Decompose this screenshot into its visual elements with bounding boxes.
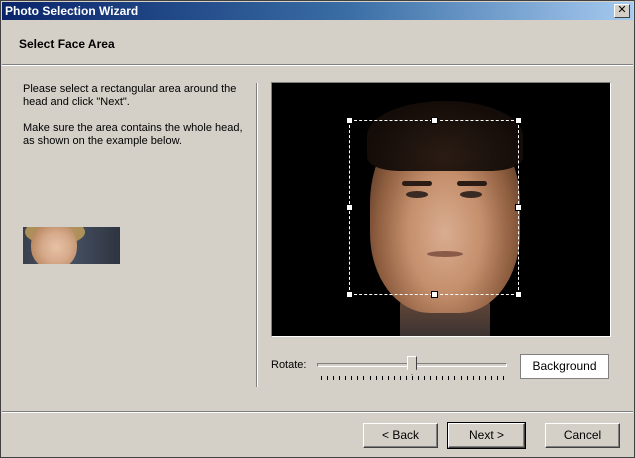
crop-selection[interactable] — [346, 117, 522, 298]
wizard-window: Photo Selection Wizard ✕ Select Face Are… — [0, 0, 635, 458]
slider-tick — [412, 376, 413, 380]
slider-tick — [393, 376, 395, 380]
close-button[interactable]: ✕ — [614, 4, 630, 18]
slider-tick — [351, 376, 353, 380]
slider-tick — [339, 376, 341, 380]
crop-handle-bottom[interactable] — [431, 291, 438, 298]
example-image — [23, 227, 120, 264]
slider-tick — [478, 376, 480, 380]
slider-tick — [321, 376, 322, 380]
slider-tick — [369, 376, 371, 380]
slider-tick — [424, 376, 426, 380]
footer-separator — [2, 411, 633, 413]
slider-tick — [496, 376, 498, 380]
slider-tick — [442, 376, 444, 380]
rotate-label: Rotate: — [271, 359, 307, 371]
slider-tick — [381, 376, 383, 380]
slider-tick — [436, 376, 438, 380]
slider-tick — [503, 376, 504, 380]
crop-handle-top[interactable] — [431, 117, 438, 124]
photo-preview[interactable] — [271, 82, 611, 337]
slider-tick — [454, 376, 456, 380]
title-bar[interactable]: Photo Selection Wizard ✕ — [2, 2, 633, 20]
instruction-select: Please select a rectangular area around … — [23, 83, 237, 108]
cancel-button[interactable]: Cancel — [545, 423, 620, 448]
slider-tick — [430, 376, 432, 380]
instruction-whole-head: Make sure the area contains the whole he… — [23, 122, 243, 147]
slider-tick — [375, 376, 377, 380]
next-button[interactable]: Next > — [447, 422, 526, 449]
slider-tick — [466, 376, 468, 380]
crop-handle-top-right[interactable] — [515, 117, 522, 124]
rotate-slider-ticks — [321, 376, 504, 380]
header-panel: Select Face Area — [2, 21, 633, 65]
crop-handle-right[interactable] — [515, 204, 522, 211]
rotate-slider-thumb[interactable] — [407, 356, 417, 375]
slider-tick — [399, 376, 401, 380]
instructions: Please select a rectangular area around … — [23, 83, 251, 161]
slider-tick — [418, 376, 420, 380]
slider-tick — [345, 376, 347, 380]
slider-tick — [472, 376, 474, 380]
slider-tick — [333, 376, 335, 380]
page-title: Select Face Area — [19, 37, 115, 51]
close-icon: ✕ — [617, 4, 627, 16]
vertical-separator — [256, 83, 258, 387]
slider-tick — [490, 376, 492, 380]
window-title: Photo Selection Wizard — [5, 4, 139, 18]
slider-tick — [448, 376, 450, 380]
slider-tick — [327, 376, 329, 380]
crop-handle-bottom-right[interactable] — [515, 291, 522, 298]
slider-tick — [357, 376, 359, 380]
slider-tick — [484, 376, 486, 380]
slider-tick — [460, 376, 462, 380]
background-button[interactable]: Background — [520, 354, 609, 379]
slider-tick — [363, 376, 365, 380]
crop-handle-top-left[interactable] — [346, 117, 353, 124]
slider-tick — [405, 376, 407, 380]
slider-tick — [387, 376, 389, 380]
crop-handle-bottom-left[interactable] — [346, 291, 353, 298]
back-button[interactable]: < Back — [363, 423, 438, 448]
crop-handle-left[interactable] — [346, 204, 353, 211]
